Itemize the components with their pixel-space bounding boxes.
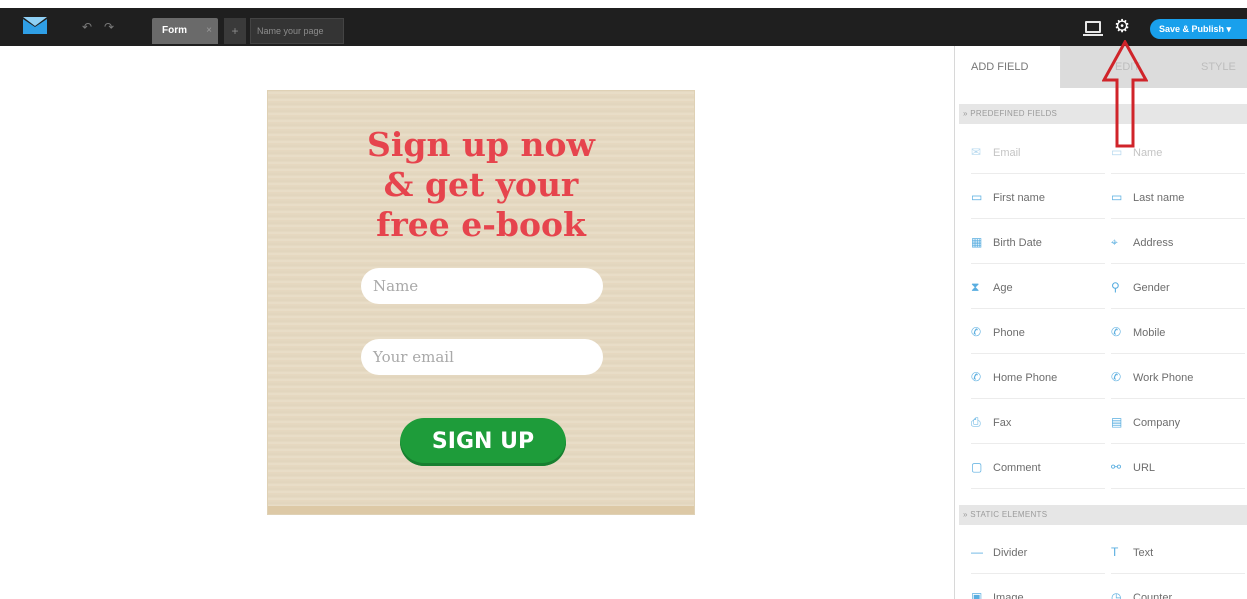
field-item-label: First name <box>993 192 1045 204</box>
panel-tabs: ADD FIELD EDIT STYLE <box>955 46 1247 88</box>
field-item-label: Company <box>1133 417 1181 429</box>
field-item-age[interactable]: ⧗ Age <box>971 265 1105 309</box>
field-item-label: Email <box>993 147 1021 159</box>
undo-icon[interactable]: ↶ <box>82 20 92 34</box>
field-item-comment[interactable]: ▢ Comment <box>971 445 1105 489</box>
first-name-icon: ▭ <box>971 190 983 204</box>
field-item-label: Image <box>993 592 1024 599</box>
headline-line-1: Sign up now <box>367 125 595 164</box>
field-item-label: Gender <box>1133 282 1170 294</box>
image-icon: ▣ <box>971 590 983 599</box>
email-icon: ✉ <box>971 145 982 159</box>
counter-icon: ◷ <box>1111 590 1122 599</box>
mobile-icon: ✆ <box>1111 325 1122 339</box>
redo-icon[interactable]: ↷ <box>104 20 114 34</box>
field-item-label: Address <box>1133 237 1174 249</box>
phone-icon: ✆ <box>971 325 982 339</box>
headline-line-2: & get your <box>383 165 579 204</box>
top-toolbar: ↶ ↷ Form × + Name your page ⚙ Save & Pub… <box>0 8 1247 46</box>
field-panel: ADD FIELD EDIT STYLE » PREDEFINED FIELDS… <box>954 46 1247 599</box>
link-icon: ⚯ <box>1111 460 1122 474</box>
field-item-label: Age <box>993 282 1013 294</box>
gender-icon: ⚲ <box>1111 280 1120 294</box>
annotation-arrow-icon <box>1102 40 1148 148</box>
comment-icon: ▢ <box>971 460 983 474</box>
field-item-work-phone[interactable]: ✆ Work Phone <box>1111 355 1245 399</box>
add-tab-button[interactable]: + <box>224 18 246 44</box>
form-headline[interactable]: Sign up now & get your free e-book <box>268 125 694 245</box>
field-item-phone[interactable]: ✆ Phone <box>971 310 1105 354</box>
gear-icon[interactable]: ⚙ <box>1114 15 1130 37</box>
field-item-label: URL <box>1133 462 1156 474</box>
hourglass-icon: ⧗ <box>971 280 980 294</box>
field-item-email[interactable]: ✉ Email <box>971 130 1105 174</box>
field-item-home-phone[interactable]: ✆ Home Phone <box>971 355 1105 399</box>
field-item-label: Divider <box>993 547 1028 559</box>
field-item-divider[interactable]: — Divider <box>971 530 1105 574</box>
field-item-label: Home Phone <box>993 372 1058 384</box>
close-icon[interactable]: × <box>206 18 212 44</box>
tab-style[interactable]: STYLE <box>1201 46 1236 88</box>
field-item-company[interactable]: ▤ Company <box>1111 400 1245 444</box>
signup-form-card[interactable]: Sign up now & get your free e-book Name … <box>267 90 695 515</box>
field-item-text[interactable]: T Text <box>1111 530 1245 574</box>
field-item-label: Counter <box>1133 592 1173 599</box>
field-item-label: Last name <box>1133 192 1185 204</box>
last-name-icon: ▭ <box>1111 190 1123 204</box>
location-pin-icon: ⌖ <box>1111 235 1118 249</box>
headline-line-3: free e-book <box>376 205 586 244</box>
static-elements-header[interactable]: » STATIC ELEMENTS <box>959 505 1247 525</box>
field-item-counter[interactable]: ◷ Counter <box>1111 575 1245 599</box>
calendar-icon: ▦ <box>971 235 983 249</box>
field-item-label: Work Phone <box>1133 372 1194 384</box>
field-item-label: Mobile <box>1133 327 1166 339</box>
tab-add-field[interactable]: ADD FIELD <box>955 46 1061 88</box>
field-item-address[interactable]: ⌖ Address <box>1111 220 1245 264</box>
company-icon: ▤ <box>1111 415 1123 429</box>
tab-form-label: Form <box>162 25 187 36</box>
field-item-label: Birth Date <box>993 237 1042 249</box>
signup-button[interactable]: SIGN UP <box>400 418 566 466</box>
field-item-label: Text <box>1133 547 1154 559</box>
home-phone-icon: ✆ <box>971 370 982 384</box>
text-icon: T <box>1111 545 1119 559</box>
field-item-last-name[interactable]: ▭ Last name <box>1111 175 1245 219</box>
email-field[interactable]: Your email <box>361 339 603 375</box>
field-item-label: Fax <box>993 417 1012 429</box>
desktop-preview-icon[interactable] <box>1083 21 1103 36</box>
field-item-image[interactable]: ▣ Image <box>971 575 1105 599</box>
tab-form[interactable]: Form × <box>152 18 218 44</box>
field-item-birth-date[interactable]: ▦ Birth Date <box>971 220 1105 264</box>
save-publish-button[interactable]: Save & Publish ▾ <box>1150 19 1247 39</box>
field-item-url[interactable]: ⚯ URL <box>1111 445 1245 489</box>
fax-icon: ⎙ <box>971 415 981 429</box>
field-item-gender[interactable]: ⚲ Gender <box>1111 265 1245 309</box>
field-item-first-name[interactable]: ▭ First name <box>971 175 1105 219</box>
field-item-label: Comment <box>993 462 1041 474</box>
logo-icon[interactable] <box>22 16 48 36</box>
field-item-label: Phone <box>993 327 1025 339</box>
name-field[interactable]: Name <box>361 268 603 304</box>
divider-icon: — <box>971 545 983 559</box>
form-bottom-band <box>268 506 694 514</box>
field-item-mobile[interactable]: ✆ Mobile <box>1111 310 1245 354</box>
page-name-input[interactable]: Name your page <box>250 18 344 44</box>
field-item-fax[interactable]: ⎙ Fax <box>971 400 1105 444</box>
work-phone-icon: ✆ <box>1111 370 1122 384</box>
